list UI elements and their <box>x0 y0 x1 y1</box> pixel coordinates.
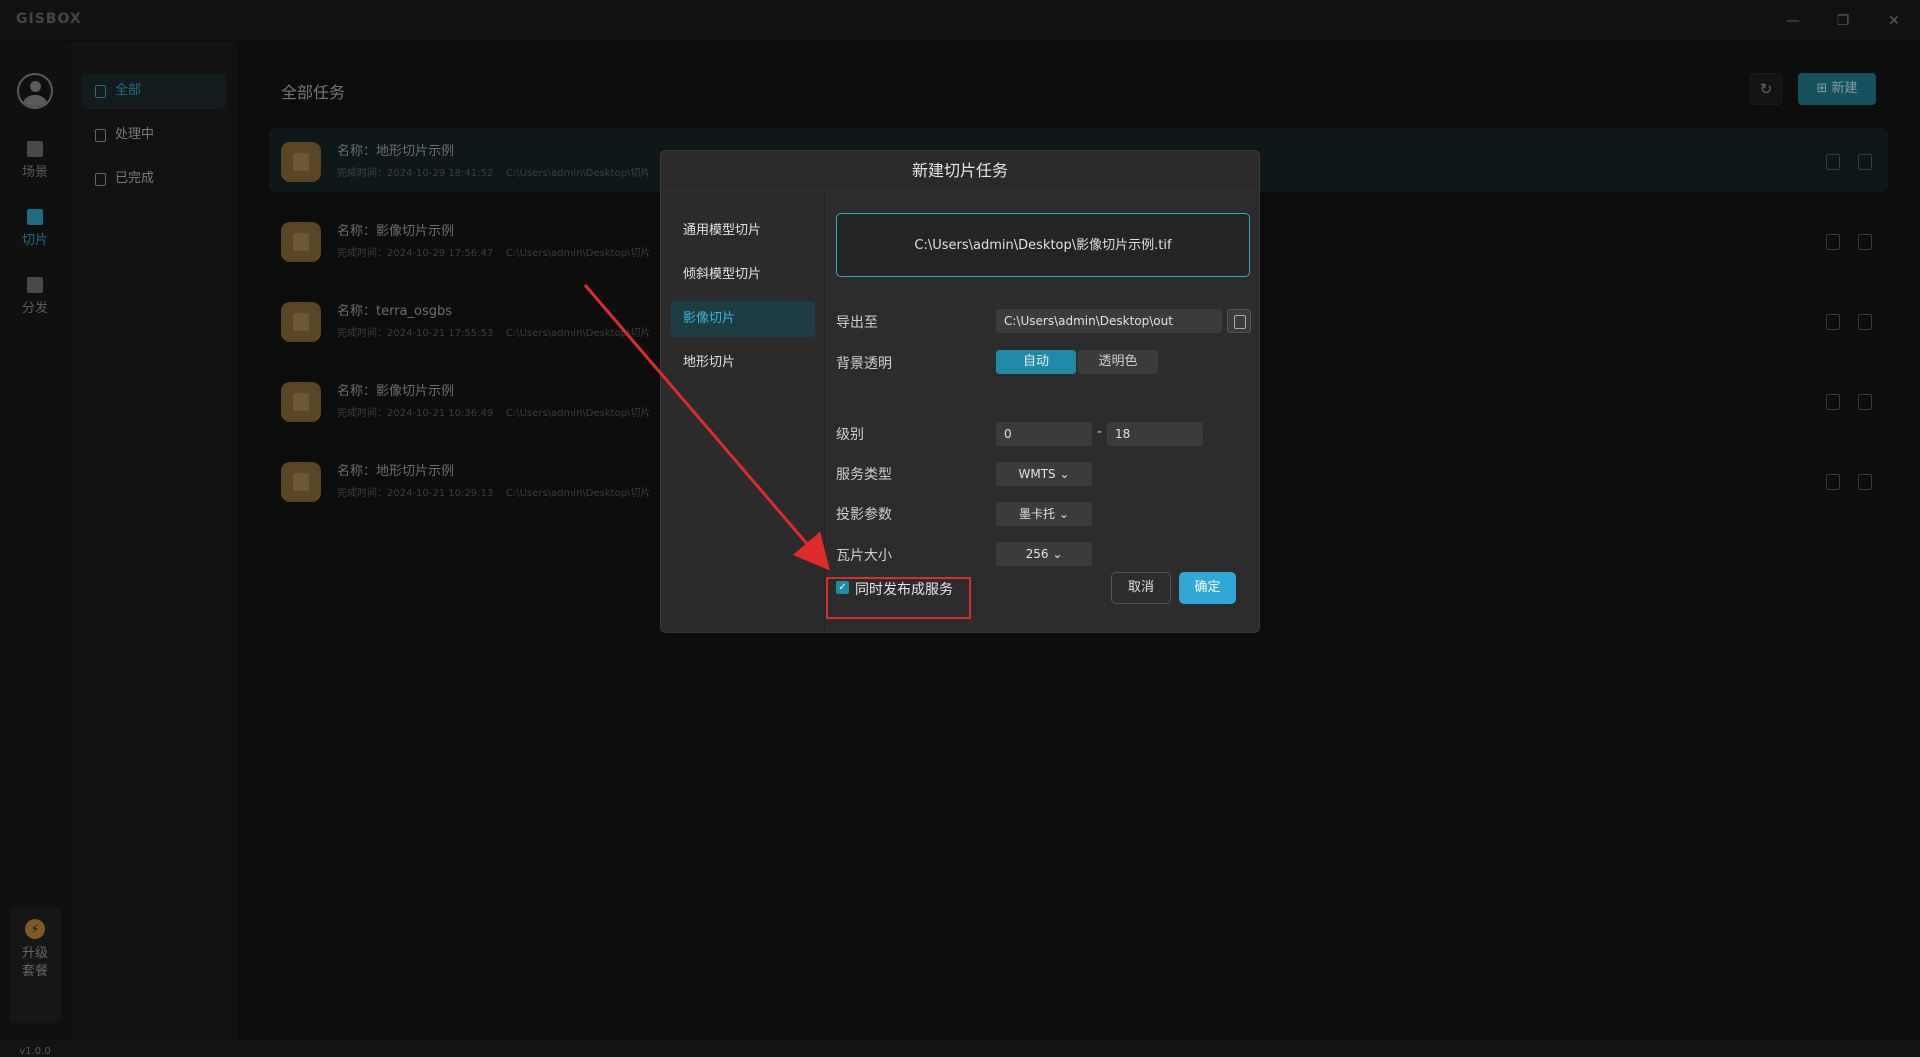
annotation-arrow <box>583 284 830 571</box>
version-label: v1.0.0 <box>19 1046 51 1057</box>
